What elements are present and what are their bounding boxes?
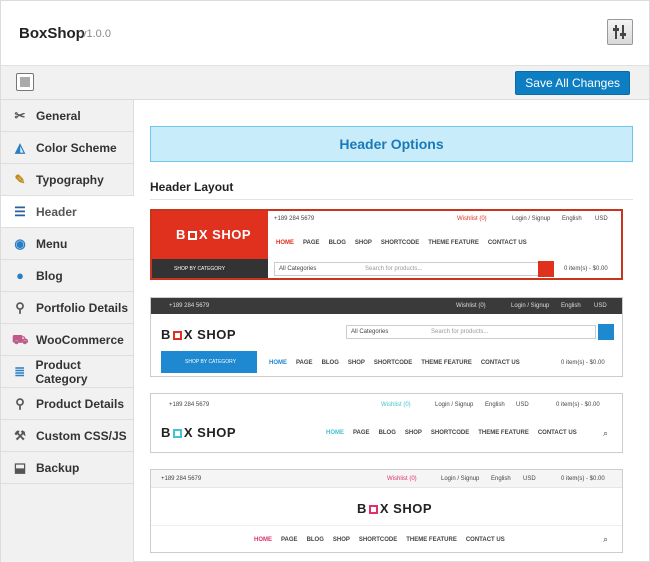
list-icon: ≣ bbox=[14, 363, 26, 379]
header-layout-option-4[interactable]: +189 284 5679 Wishlist (0) Login / Signu… bbox=[150, 469, 623, 553]
sidebar-item-label: Color Scheme bbox=[36, 140, 117, 155]
preview-menu: HOME PAGE BLOG SHOP SHORTCODE THEME FEATURE CO… bbox=[269, 360, 520, 366]
theme-options-panel: BoxShop v1.0.0 Save All Changes ✂ General… bbox=[0, 0, 650, 562]
preview-menu: HOME PAGE BLOG SHOP SHORTCODE THEME FEATURE CO… bbox=[254, 537, 505, 543]
sidebar-item-label: Typography bbox=[36, 172, 104, 187]
preview-currency: USD bbox=[595, 216, 608, 222]
header-lines-icon: ☰ bbox=[14, 203, 26, 219]
sidebar-item-label: Portfolio Details bbox=[36, 300, 129, 315]
preview-cart: 0 item(s) - $0.00 bbox=[561, 360, 605, 366]
comments-icon: ● bbox=[16, 267, 24, 283]
sidebar-item-label: Menu bbox=[36, 236, 68, 251]
magnifier-icon: ⚲ bbox=[15, 299, 25, 315]
preview-top-bar: +189 284 5679 Wishlist (0) Login / Signu… bbox=[151, 470, 622, 488]
sidebar-item-label: Header bbox=[36, 204, 77, 219]
backup-icon: ⬓ bbox=[13, 459, 27, 475]
sidebar-item-label: General bbox=[36, 108, 81, 123]
preview-search: All Categories Search for products... bbox=[346, 325, 596, 339]
divider bbox=[150, 199, 633, 200]
preview-logo: BX SHOP bbox=[176, 227, 252, 242]
preview-phone: +189 284 5679 bbox=[274, 216, 315, 222]
sidebar-item-label: Backup bbox=[36, 460, 80, 475]
pencil-note-icon: ✎ bbox=[14, 171, 26, 187]
preview-search-icon bbox=[538, 261, 554, 277]
sidebar-item-portfolio-details[interactable]: ⚲ Portfolio Details bbox=[1, 292, 133, 324]
preview-wishlist: Wishlist (0) bbox=[457, 216, 487, 222]
sidebar: ✂ General ◭ Color Scheme ✎ Typography ☰ Header ◉… bbox=[1, 100, 134, 562]
preview-language: English bbox=[562, 216, 582, 222]
app-title: BoxShop bbox=[19, 25, 85, 42]
preview-logo: BX SHOP bbox=[161, 425, 237, 440]
header-layout-option-3[interactable]: +189 284 5679 Wishlist (0) Login / Signu… bbox=[150, 393, 623, 453]
header-layout-heading: Header Layout bbox=[150, 180, 234, 194]
app-version: v1.0.0 bbox=[81, 28, 111, 40]
sidebar-item-header[interactable]: ☰ Header bbox=[1, 196, 134, 228]
preview-search-icon bbox=[598, 324, 614, 340]
sidebar-item-label: Product Category bbox=[35, 357, 88, 386]
preview-login: Login / Signup bbox=[512, 216, 551, 222]
toolbar: Save All Changes bbox=[1, 66, 649, 100]
section-title: Header Options bbox=[150, 126, 633, 162]
preview-shop-by-category: SHOP BY CATEGORY bbox=[161, 351, 257, 373]
preview-shop-by-category: SHOP BY CATEGORY bbox=[152, 259, 268, 278]
menu-circle-icon: ◉ bbox=[14, 235, 26, 251]
expand-toggle-button[interactable] bbox=[16, 73, 34, 91]
preview-menu: HOME PAGE BLOG SHOP SHORTCODE THEME FEATURE CO… bbox=[276, 240, 527, 246]
tools-icon: ✂ bbox=[14, 107, 26, 123]
sidebar-item-typography[interactable]: ✎ Typography bbox=[1, 164, 133, 196]
sidebar-item-general[interactable]: ✂ General bbox=[1, 100, 133, 132]
sidebar-item-label: WooCommerce bbox=[36, 332, 124, 347]
sidebar-item-blog[interactable]: ● Blog bbox=[1, 260, 133, 292]
preview-shop-by-category-label: SHOP BY CATEGORY bbox=[174, 266, 226, 272]
paint-bucket-icon: ◭ bbox=[15, 139, 25, 155]
sidebar-item-custom-css-js[interactable]: ⚒ Custom CSS/JS bbox=[1, 420, 133, 452]
magnifier-icon: ⚲ bbox=[15, 395, 25, 411]
preview-cart: 0 item(s) - $0.00 bbox=[564, 266, 608, 272]
preview-logo: BX SHOP bbox=[357, 501, 433, 516]
preview-logo: BX SHOP bbox=[161, 327, 237, 342]
top-bar: BoxShop v1.0.0 bbox=[1, 1, 649, 66]
sidebar-item-backup[interactable]: ⬓ Backup bbox=[1, 452, 133, 484]
wrench-icon: ⚒ bbox=[14, 427, 26, 443]
header-layout-option-2[interactable]: +189 284 5679 Wishlist (0) Login / Signu… bbox=[150, 297, 623, 377]
sidebar-item-label: Product Details bbox=[36, 396, 125, 411]
preview-menu: HOME PAGE BLOG SHOP SHORTCODE THEME FEATURE CO… bbox=[326, 430, 577, 436]
sidebar-item-label: Blog bbox=[36, 268, 63, 283]
header-layout-option-1[interactable]: BX SHOP SHOP BY CATEGORY +189 284 5679 W… bbox=[150, 209, 623, 280]
settings-tools-icon[interactable] bbox=[607, 19, 633, 45]
preview-top-bar: +189 284 5679 Wishlist (0) Login / Signu… bbox=[151, 298, 622, 314]
sidebar-item-color-scheme[interactable]: ◭ Color Scheme bbox=[1, 132, 133, 164]
sidebar-item-product-category[interactable]: ≣ Product Category bbox=[1, 356, 133, 388]
sidebar-item-menu[interactable]: ◉ Menu bbox=[1, 228, 133, 260]
preview-search-icon: ⌕ bbox=[603, 534, 609, 544]
sidebar-item-woocommerce[interactable]: ⛟ WooCommerce bbox=[1, 324, 133, 356]
preview-search-icon: ⌕ bbox=[603, 428, 609, 438]
sidebar-item-product-details[interactable]: ⚲ Product Details bbox=[1, 388, 133, 420]
preview-logo-area: BX SHOP bbox=[152, 211, 268, 259]
sidebar-item-label: Custom CSS/JS bbox=[36, 428, 127, 443]
save-all-changes-button[interactable]: Save All Changes bbox=[515, 71, 630, 95]
cart-icon: ⛟ bbox=[12, 331, 29, 347]
preview-search: All Categories Search for products... bbox=[274, 262, 554, 276]
